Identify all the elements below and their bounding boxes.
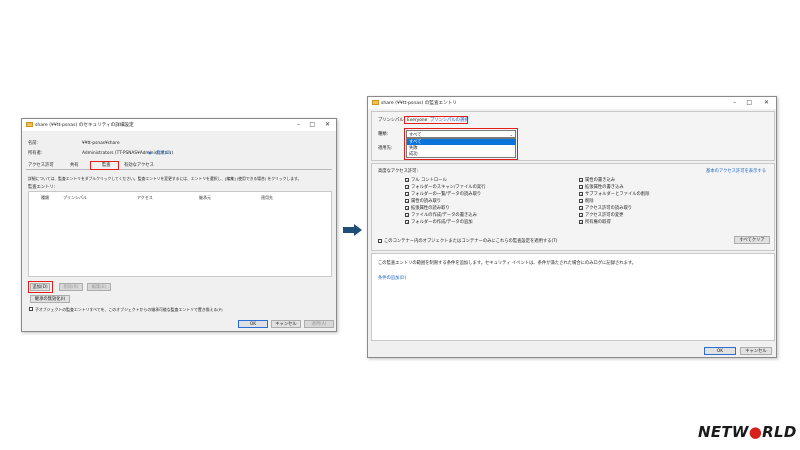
principal-label: プリンシパル: — [378, 118, 406, 123]
perm-checkbox[interactable]: ✓ — [405, 206, 409, 211]
apply-only-checkbox[interactable] — [378, 239, 382, 243]
condition-panel: この監査エントリの範囲を制限する条件を追加します。セキュリティ イベントは、条件… — [371, 253, 775, 341]
principal-highlight — [404, 116, 468, 124]
perm-label: 削除 — [585, 198, 594, 204]
perm-label: フォルダーの作成/データの追加 — [411, 219, 473, 225]
tab-effective-access[interactable]: 有効なアクセス — [124, 163, 154, 168]
advanced-security-settings-window: share (¥¥tt-psnas) のセキュリティの詳細設定 – □ ✕ 名前… — [21, 118, 337, 332]
window-title: share (¥¥tt-psnas) のセキュリティの詳細設定 — [35, 123, 134, 128]
shield-icon: ◉ — [148, 151, 152, 156]
add-condition-link[interactable]: 条件の追加(D) — [378, 276, 406, 281]
type-dropdown-highlight — [404, 128, 518, 160]
maximize-icon[interactable]: □ — [746, 99, 752, 107]
tab-permissions[interactable]: アクセス許可 — [28, 163, 54, 168]
cancel-button[interactable]: キャンセル — [271, 320, 301, 328]
advanced-permissions-label: 高度なアクセス許可: — [378, 169, 418, 174]
minimize-icon[interactable]: – — [297, 121, 300, 129]
disable-inheritance-button[interactable]: 継承の無効化(I) — [30, 295, 70, 303]
perm-checkbox[interactable]: ✓ — [405, 213, 409, 218]
name-label: 名前: — [28, 141, 39, 146]
perm-checkbox[interactable]: ✓ — [579, 206, 583, 211]
audit-entry-window: share (¥¥tt-psnas) の監査エントリ – □ ✕ プリンシパル:… — [367, 96, 777, 358]
slide: share (¥¥tt-psnas) のセキュリティの詳細設定 – □ ✕ 名前… — [0, 0, 800, 450]
perm-label: 属性の読み取り — [411, 198, 442, 204]
perm-label: フル コントロール — [411, 177, 447, 183]
type-label: 種類: — [378, 132, 389, 137]
tab-share[interactable]: 共有 — [70, 163, 79, 168]
tab-strip: アクセス許可 共有 監査 有効なアクセス — [26, 161, 332, 170]
titlebar: share (¥¥tt-psnas) の監査エントリ – □ ✕ — [368, 97, 776, 109]
applies-to-label: 適用先: — [378, 146, 393, 151]
perm-label: 拡張属性の読み取り — [411, 205, 450, 211]
cancel-button[interactable]: キャンセル — [740, 347, 772, 355]
perm-checkbox[interactable]: ✓ — [579, 213, 583, 218]
column-access[interactable]: アクセス — [137, 195, 153, 201]
name-value: ¥¥tt-psnas¥share — [82, 141, 120, 146]
maximize-icon[interactable]: □ — [309, 121, 315, 129]
edit-button[interactable]: 編集(E) — [87, 283, 111, 291]
close-icon[interactable]: ✕ — [325, 121, 330, 129]
clear-all-button[interactable]: すべてクリア — [734, 236, 770, 244]
apply-button[interactable]: 適用(A) — [304, 320, 334, 328]
perm-checkbox[interactable]: ✓ — [405, 185, 409, 190]
perm-label: 属性の書き込み — [585, 177, 616, 183]
perm-checkbox[interactable]: ✓ — [579, 185, 583, 190]
instruction-text: 詳細については、監査エントリをダブルクリックしてください。監査エントリを変更する… — [28, 176, 302, 181]
perm-label: アクセス許可の読み取り — [585, 205, 633, 211]
perm-label: フォルダーの一覧/データの読み取り — [411, 191, 482, 197]
change-owner-link[interactable]: 変更(C) — [156, 151, 171, 156]
audit-entries-list[interactable]: 種類 プリンシパル アクセス 継承元 適用先 — [28, 191, 332, 277]
perm-checkbox[interactable]: ✓ — [579, 220, 583, 225]
perm-label: フォルダーのスキャン/ファイルの実行 — [411, 184, 486, 190]
column-principal[interactable]: プリンシパル — [63, 195, 87, 201]
folder-icon — [372, 100, 379, 105]
perm-checkbox[interactable]: ✓ — [405, 199, 409, 204]
perm-label: 所有権の取得 — [585, 219, 611, 225]
perm-label: 拡張属性の書き込み — [585, 184, 624, 190]
audit-tab-highlight — [90, 161, 119, 170]
arrow-icon — [343, 221, 363, 236]
perm-label: アクセス許可の変更 — [585, 212, 624, 218]
entries-label: 監査エントリ: — [28, 185, 56, 190]
principal-panel: プリンシパル: Everyone プリンシパルの選択 種類: すべて ⌄ すべて… — [371, 111, 775, 161]
owner-label: 所有者: — [28, 151, 43, 156]
folder-icon — [26, 122, 33, 127]
logo-text: NETW●RLD — [698, 423, 797, 441]
titlebar: share (¥¥tt-psnas) のセキュリティの詳細設定 – □ ✕ — [22, 119, 336, 131]
perm-checkbox[interactable]: ✓ — [579, 199, 583, 204]
close-icon[interactable]: ✕ — [764, 99, 769, 107]
column-inherited-from[interactable]: 継承元 — [199, 195, 211, 201]
perm-checkbox[interactable]: ✓ — [579, 192, 583, 197]
networld-logo: NETW●RLD — [698, 423, 798, 443]
perm-checkbox[interactable]: ✓ — [405, 178, 409, 183]
minimize-icon[interactable]: – — [733, 99, 736, 107]
condition-text: この監査エントリの範囲を制限する条件を追加します。セキュリティ イベントは、条件… — [378, 261, 637, 266]
perm-checkbox[interactable]: ✓ — [405, 192, 409, 197]
apply-only-label: このコンテナー内のオブジェクトまたはコンテナーのみにこれらの監査設定を適用する(… — [384, 238, 558, 244]
add-button-highlight — [28, 281, 53, 293]
perm-label: ファイルの作成/データの書き込み — [411, 212, 477, 218]
ok-button[interactable]: OK — [704, 347, 736, 355]
perm-checkbox[interactable]: ✓ — [579, 178, 583, 183]
column-applies-to[interactable]: 適用先 — [261, 195, 273, 201]
perm-label: サブフォルダーとファイルの削除 — [585, 191, 650, 197]
arrow-shape — [343, 224, 362, 236]
perm-checkbox[interactable]: ✓ — [405, 220, 409, 225]
replace-child-entries-checkbox[interactable] — [29, 307, 33, 311]
replace-child-entries-label: 子オブジェクトの監査エントリすべてを、このオブジェクトからの継承可能な監査エント… — [35, 306, 223, 312]
window-title: share (¥¥tt-psnas) の監査エントリ — [381, 101, 457, 106]
remove-button[interactable]: 削除(R) — [59, 283, 83, 291]
ok-button[interactable]: OK — [238, 320, 268, 328]
permissions-panel: 高度なアクセス許可: 基本のアクセス許可を表示する ✓ フル コントロール ✓ … — [371, 163, 775, 251]
column-type[interactable]: 種類 — [41, 195, 49, 201]
show-basic-permissions-link[interactable]: 基本のアクセス許可を表示する — [706, 169, 766, 174]
